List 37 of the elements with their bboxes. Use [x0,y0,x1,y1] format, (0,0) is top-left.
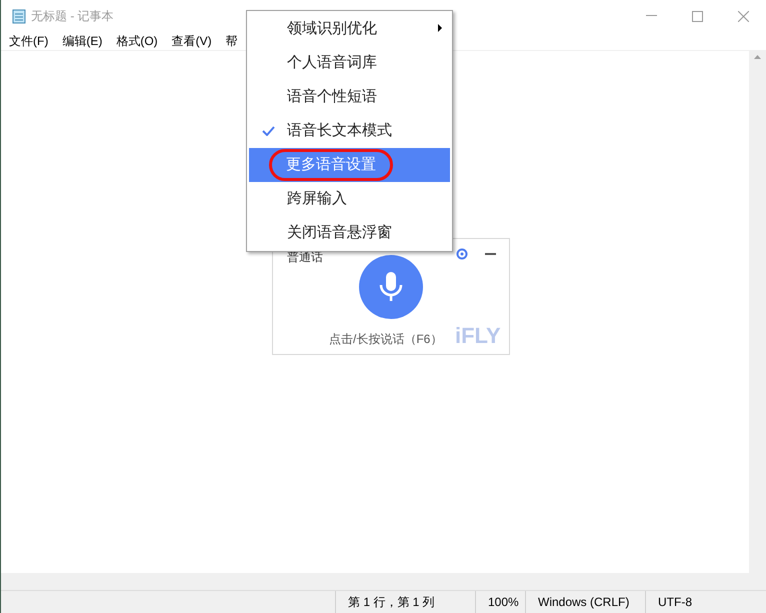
status-text: 100% [475,591,525,613]
context-menu-item[interactable]: 语音长文本模式 [249,114,450,148]
menu-item-label: 跨屏输入 [287,188,347,209]
menu-item[interactable]: 文件(F) [9,32,48,50]
menu-item[interactable]: 编辑(E) [62,32,102,50]
status-text: Windows (CRLF) [525,591,645,613]
menu-item-label: 语音个性短语 [287,86,377,107]
menu-item[interactable]: 格式(O) [116,32,158,50]
menu-item-label: 更多语音设置 [269,148,393,182]
menu-item-label: 关闭语音悬浮窗 [287,222,392,243]
context-menu-item[interactable]: 领域识别优化 [249,12,450,46]
speak-hint: 点击/长按说话（F6） [329,331,442,348]
maximize-icon [692,10,702,22]
context-menu-item[interactable]: 个人语音词库 [249,46,450,80]
context-menu-item[interactable]: 跨屏输入 [249,182,450,216]
submenu-arrow-icon [438,24,442,32]
close-icon [738,10,748,22]
microphone-icon [378,271,404,303]
context-menu-item[interactable]: 语音个性短语 [249,80,450,114]
menu-item-label: 语音长文本模式 [287,120,392,141]
menu-item-label: 领域识别优化 [287,18,377,39]
context-menu-item[interactable]: 更多语音设置 [249,148,450,182]
vertical-scrollbar[interactable] [749,51,766,590]
context-menu-item[interactable]: 关闭语音悬浮窗 [249,216,450,250]
status-text: UTF-8 [645,591,745,613]
check-icon [262,126,274,136]
horizontal-scrollbar[interactable] [1,573,749,590]
minimize-icon [646,15,656,17]
status-text: 第 1 行，第 1 列 [335,591,475,613]
scroll-up-icon [754,55,761,59]
menu-item-label: 个人语音词库 [287,52,377,73]
settings-icon[interactable] [456,248,468,260]
menu-item[interactable]: 查看(V) [172,32,212,50]
window-title: 无标题 - 记事本 [31,8,114,25]
menu-item[interactable]: 帮 [226,32,238,50]
notepad-icon [11,8,27,24]
logo-text: iFLY [455,322,501,350]
